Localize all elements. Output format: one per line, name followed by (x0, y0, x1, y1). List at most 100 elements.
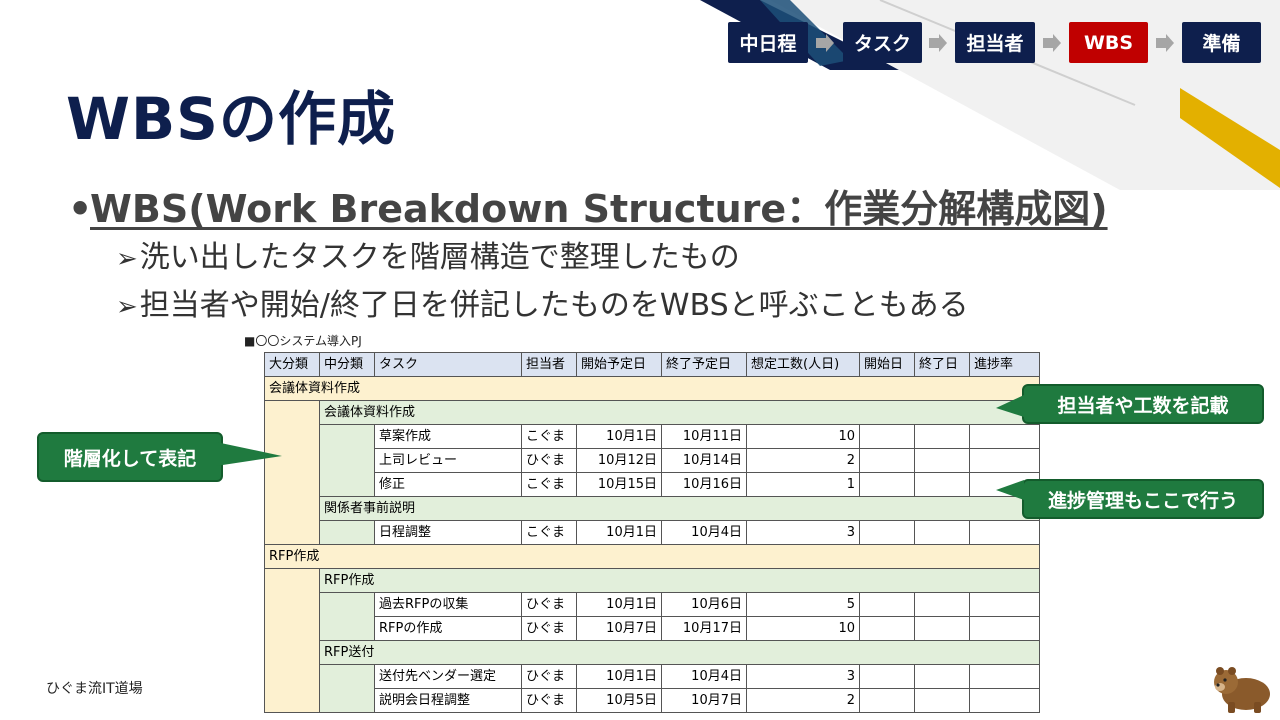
step-schedule: 中日程 (728, 22, 808, 63)
actual-end-cell (914, 472, 970, 497)
column-header: 終了日 (914, 352, 970, 377)
progress-cell (969, 424, 1040, 449)
major-category-indent (264, 400, 320, 545)
mid-category-indent (319, 424, 375, 497)
planned-start-cell: 10月1日 (576, 592, 662, 617)
mid-category-row: 関係者事前説明 (265, 496, 1040, 521)
task-cell: 説明会日程調整 (374, 688, 522, 713)
owner-cell: こぐま (521, 424, 577, 449)
task-row: 上司レビュー ひぐま 10月12日 10月14日 2 (265, 448, 1040, 473)
planned-start-cell: 10月7日 (576, 616, 662, 641)
column-header: 大分類 (264, 352, 320, 377)
task-cell: 上司レビュー (374, 448, 522, 473)
sub-bullet-1: ➢洗い出したタスクを階層構造で整理したもの (116, 232, 740, 276)
planned-start-cell: 10月5日 (576, 688, 662, 713)
task-cell: RFPの作成 (374, 616, 522, 641)
actual-start-cell (859, 592, 915, 617)
actual-start-cell (859, 664, 915, 689)
callout-text: 進捗管理もここで行う (1047, 489, 1238, 512)
planned-end-cell: 10月4日 (661, 664, 747, 689)
callout-hierarchy: 階層化して表記 (37, 432, 223, 482)
bullet-text: WBS(Work Breakdown Structure：作業分解構成図) (90, 187, 1108, 231)
major-category-row: RFP作成 (264, 544, 1040, 569)
actual-end-cell (914, 688, 970, 713)
task-cell: 日程調整 (374, 520, 522, 545)
callout-text: 階層化して表記 (63, 447, 197, 470)
actual-start-cell (859, 472, 915, 497)
callout-text: 担当者や工数を記載 (1057, 394, 1229, 417)
planned-end-cell: 10月16日 (661, 472, 747, 497)
bullet-marker: • (68, 187, 93, 231)
column-header: 終了予定日 (661, 352, 747, 377)
callout-progress: 進捗管理もここで行う (1022, 479, 1264, 519)
column-header: 開始予定日 (576, 352, 662, 377)
task-row: 草案作成 こぐま 10月1日 10月11日 10 (265, 424, 1040, 497)
task-cell: 草案作成 (374, 424, 522, 449)
planned-start-cell: 10月15日 (576, 472, 662, 497)
task-row: 説明会日程調整 ひぐま 10月5日 10月7日 2 (265, 688, 1040, 713)
column-header: 開始日 (859, 352, 915, 377)
actual-start-cell (859, 616, 915, 641)
major-category-row: 会議体資料作成 (264, 376, 1040, 401)
column-header: 担当者 (521, 352, 577, 377)
owner-cell: ひぐま (521, 592, 577, 617)
major-category-indent (264, 568, 320, 713)
major-category-cell: RFP作成 (264, 544, 1040, 569)
task-row: 日程調整 こぐま 10月1日 10月4日 3 (265, 520, 1040, 545)
column-header: 想定工数(人日) (746, 352, 860, 377)
actual-end-cell (914, 520, 970, 545)
mid-category-indent (319, 520, 375, 545)
progress-cell (969, 616, 1040, 641)
actual-end-cell (914, 592, 970, 617)
effort-cell: 3 (746, 664, 860, 689)
progress-cell (969, 688, 1040, 713)
table-header-row: 大分類 中分類 タスク 担当者 開始予定日 終了予定日 想定工数(人日) 開始日 終了日 進捗率 (264, 352, 1040, 377)
task-row: 過去RFPの収集 ひぐま 10月1日 10月6日 5 (265, 592, 1040, 641)
effort-cell: 1 (746, 472, 860, 497)
step-prepare: 準備 (1182, 22, 1261, 63)
owner-cell: こぐま (521, 520, 577, 545)
effort-cell: 10 (746, 616, 860, 641)
mid-category-row: 会議体資料作成 (264, 400, 1040, 545)
mid-category-indent (319, 592, 375, 641)
arrow-bullet-icon: ➢ (116, 244, 138, 274)
wbs-table: 大分類 中分類 タスク 担当者 開始予定日 終了予定日 想定工数(人日) 開始日 終了日 進捗率 … (264, 352, 1040, 713)
task-cell: 過去RFPの収集 (374, 592, 522, 617)
page-title: WBSの作成 (66, 85, 396, 153)
footer-brand: ひぐま流IT道場 (46, 681, 143, 697)
arrow-right-icon (1156, 34, 1174, 52)
actual-end-cell (914, 664, 970, 689)
progress-cell (969, 664, 1040, 689)
mid-category-row: RFP送付 (265, 640, 1040, 665)
step-wbs-active: WBS (1069, 22, 1148, 63)
actual-start-cell (859, 424, 915, 449)
task-row: RFPの作成 ひぐま 10月7日 10月17日 10 (265, 616, 1040, 641)
progress-cell (969, 448, 1040, 473)
owner-cell: こぐま (521, 472, 577, 497)
main-bullet: •WBS(Work Breakdown Structure：作業分解構成図) (68, 178, 1108, 233)
actual-start-cell (859, 688, 915, 713)
mid-category-indent (319, 664, 375, 713)
owner-cell: ひぐま (521, 664, 577, 689)
effort-cell: 2 (746, 448, 860, 473)
task-row: 送付先ベンダー選定 ひぐま 10月1日 10月4日 3 (265, 664, 1040, 713)
progress-cell (969, 520, 1040, 545)
arrow-right-icon (816, 34, 834, 52)
callout-pointer (996, 395, 1024, 417)
table-caption: ■〇〇システム導入PJ (244, 334, 362, 348)
arrow-right-icon (1043, 34, 1061, 52)
owner-cell: ひぐま (521, 448, 577, 473)
planned-end-cell: 10月11日 (661, 424, 747, 449)
actual-end-cell (914, 424, 970, 449)
planned-start-cell: 10月1日 (576, 520, 662, 545)
planned-end-cell: 10月4日 (661, 520, 747, 545)
planned-end-cell: 10月14日 (661, 448, 747, 473)
sub-bullet-text: 担当者や開始/終了日を併記したものをWBSと呼ぶこともある (139, 288, 969, 323)
task-row: 修正 こぐま 10月15日 10月16日 1 (265, 472, 1040, 497)
step-task: タスク (843, 22, 922, 63)
callout-owner-effort: 担当者や工数を記載 (1022, 384, 1264, 424)
column-header: 中分類 (319, 352, 375, 377)
actual-start-cell (859, 448, 915, 473)
sub-bullet-text: 洗い出したタスクを階層構造で整理したもの (139, 240, 740, 275)
planned-start-cell: 10月1日 (576, 664, 662, 689)
